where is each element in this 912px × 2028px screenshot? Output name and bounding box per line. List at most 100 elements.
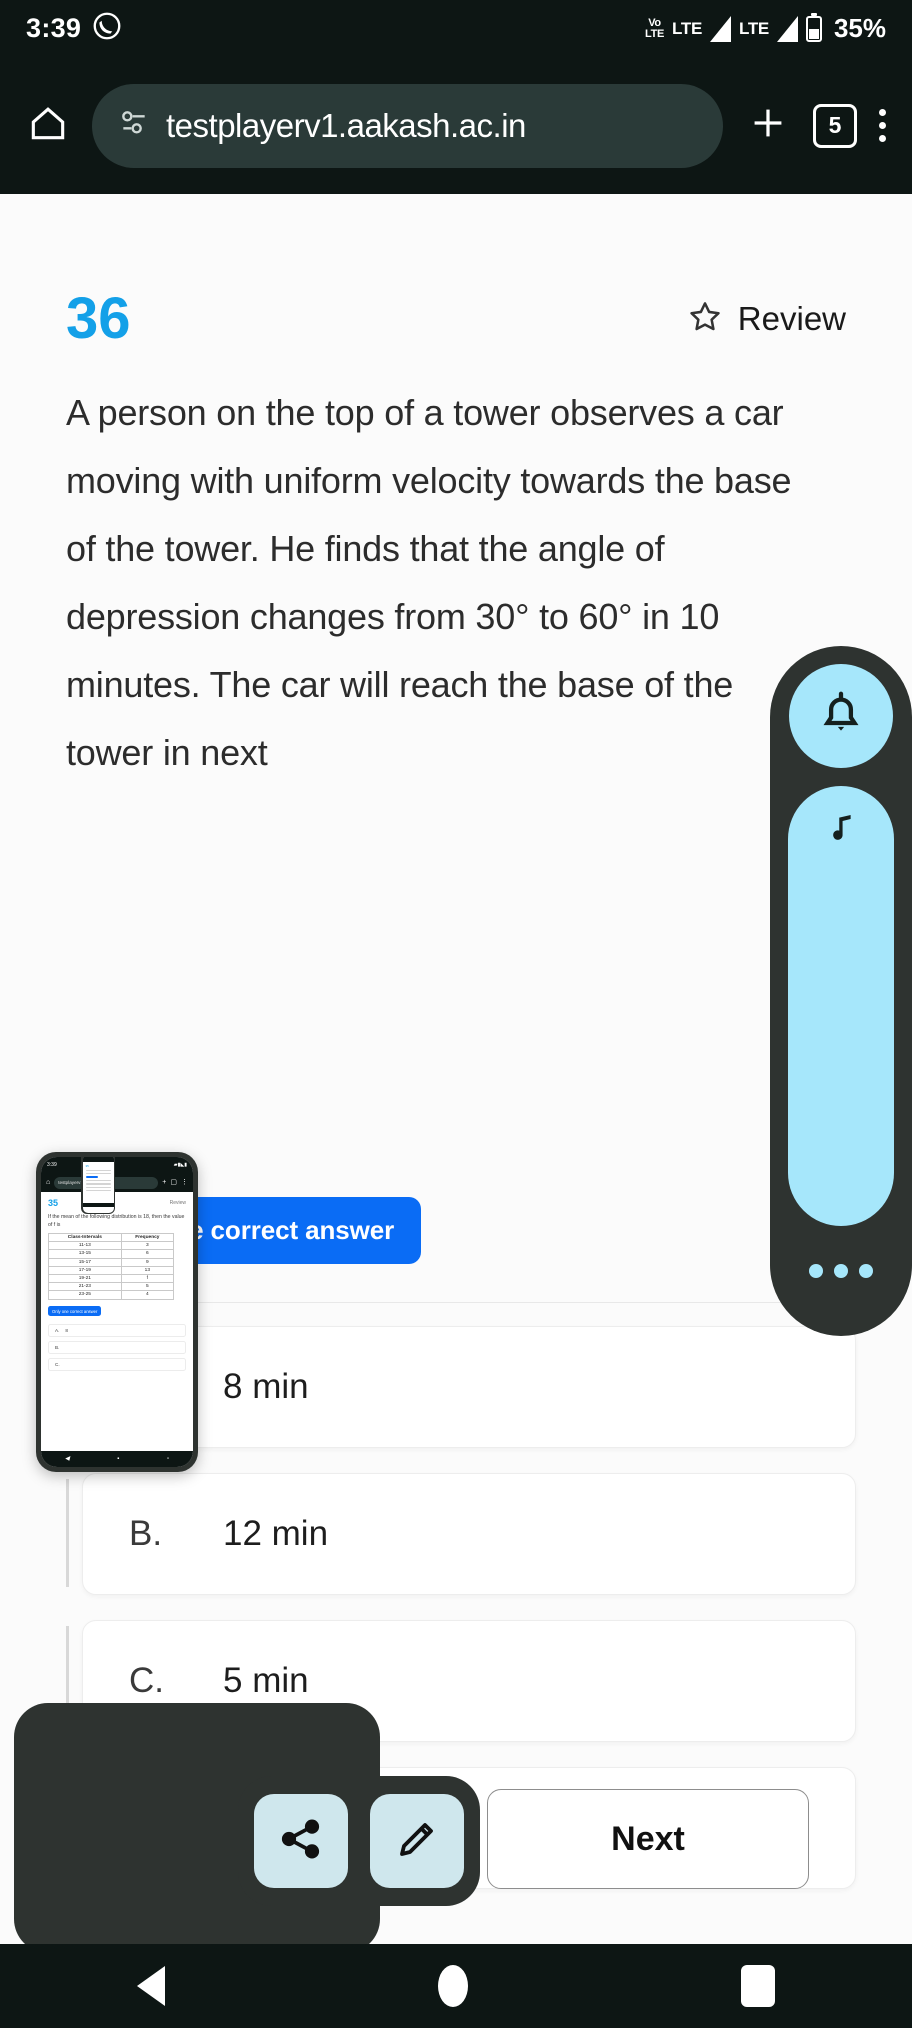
pip-status-icons: ▰▮◣▮ [173,1162,187,1168]
pip-question-text: If the mean of the following distributio… [48,1214,185,1228]
pip-status-bar: 3:39 ▰▮◣▮ [41,1157,193,1173]
pip-recents-icon: ▫ [166,1456,170,1462]
table-cell: 4 [120,1290,175,1300]
table-cell: 6 [120,1249,175,1259]
volume-panel[interactable] [770,646,912,1336]
table-cell: 17-19 [48,1265,122,1275]
nested-text-line [85,1186,111,1188]
option-letter: C. [129,1661,164,1700]
screenshot-thumbnail-shell: 3:39 ▰▮◣▮ ⌂ testplayerv1.aakash.ac.in + … [14,1152,380,1480]
address-bar[interactable]: testplayerv1.aakash.ac.in [92,83,723,168]
table-row: 23-25 4 [48,1290,175,1300]
pip-question-header: 35 Review [48,1198,186,1208]
pip-option-c: C. [48,1357,186,1371]
pip-option-text: 8 [65,1327,68,1333]
home-icon[interactable] [26,101,70,150]
edit-button[interactable] [370,1794,464,1888]
pip-option-letter: B. [55,1344,60,1350]
pip-tab-counter: ▢ [170,1179,177,1186]
pip-status-time: 3:39 [47,1162,57,1168]
pip-option-letter: C. [55,1361,60,1367]
pip-option-a: A. 8 [48,1323,186,1337]
question-header: 36 Review [66,290,846,348]
phone-circle-icon [93,12,121,45]
table-cell: f [120,1273,175,1284]
nested-text-line [85,1183,111,1185]
table-cell: 21-23 [48,1282,122,1292]
pip-answer-type-badge: Only one correct answer [48,1306,102,1316]
home-circle-icon[interactable] [437,1965,468,2007]
nested-browser-bar [82,1157,114,1162]
table-row: 15-17 9 [48,1257,175,1267]
bell-icon [814,687,868,746]
nested-screenshot-thumbnail: 35 [81,1157,115,1214]
review-button[interactable]: Review [686,298,846,341]
table-row: 19-21 f [48,1273,175,1284]
next-button[interactable]: Next [487,1789,809,1889]
pip-plus-icon: + [162,1179,167,1186]
pip-review-label: Review [169,1200,186,1206]
nested-text-line [85,1169,111,1171]
status-bar-left: 3:39 [26,12,121,45]
option-indicator-bar [66,1479,69,1587]
review-label: Review [737,300,846,337]
network-label-1: LTE [672,18,702,38]
volte-icon: Vo LTE [644,16,665,40]
table-row: 17-19 13 [48,1265,175,1275]
screenshot-action-bar [238,1776,480,1906]
permissions-icon[interactable] [118,107,150,144]
pip-option-b: B. [48,1340,186,1354]
nested-nav-bar [82,1203,114,1208]
pip-page-body: 35 Review If the mean of the following d… [41,1192,193,1371]
table-cell: 23-25 [48,1290,122,1300]
table-row: 21-23 5 [48,1282,175,1292]
screenshot-thumbnail-content: 3:39 ▰▮◣▮ ⌂ testplayerv1.aakash.ac.in + … [41,1157,193,1467]
plus-icon[interactable] [745,100,791,151]
battery-icon [805,12,822,42]
pip-option-letter: A. [55,1327,60,1333]
nested-question-number: 35 [85,1163,89,1168]
pip-home-icon: ⌂ [46,1179,51,1186]
music-note-icon [820,808,862,1226]
table-row: 11-13 3 [48,1241,175,1251]
phone-screen: 3:39 Vo LTE LTE LTE 35% testplayerv1.aak… [0,0,912,2028]
pip-kebab-menu-icon: ⋮ [181,1179,188,1186]
table-cell: 5 [120,1282,175,1292]
browser-toolbar: testplayerv1.aakash.ac.in 5 [0,57,912,194]
ring-volume-button[interactable] [789,664,893,768]
star-outline-icon [686,298,724,341]
nested-text-line [85,1180,111,1182]
option-b[interactable]: B. 12 min [82,1473,856,1595]
screenshot-thumbnail[interactable]: 3:39 ▰▮◣▮ ⌂ testplayerv1.aakash.ac.in + … [36,1152,198,1472]
media-volume-slider[interactable] [788,786,894,1226]
table-cell: 19-21 [48,1273,122,1284]
status-bar: 3:39 Vo LTE LTE LTE 35% [0,0,912,57]
pip-browser-toolbar: ⌂ testplayerv1.aakash.ac.in + ▢ ⋮ [41,1173,193,1192]
pip-nav-bar: ◀ ▪ ▫ [41,1451,193,1467]
table-header-row: Class-Intervals Frequency [48,1232,175,1243]
table-cell: 13 [120,1265,175,1275]
share-button[interactable] [254,1794,348,1888]
table-cell: 3 [120,1241,175,1251]
option-wrapper-b: B. 12 min [66,1473,856,1595]
pip-question-number: 35 [48,1198,59,1208]
pip-options-list: A. 8 B. C. [48,1323,186,1371]
table-row: 13-15 6 [48,1249,175,1259]
nested-screenshot-content: 35 [82,1157,114,1213]
nested-text-line [85,1172,111,1175]
option-text: 12 min [223,1514,329,1553]
table-header-cell: Class-Intervals [48,1232,122,1243]
table-cell: 11-13 [48,1241,122,1251]
battery-percent: 35% [833,13,886,43]
tab-counter[interactable]: 5 [813,103,857,148]
recents-square-icon[interactable] [741,1965,776,2007]
kebab-menu-icon[interactable] [879,109,886,142]
status-time: 3:39 [26,13,82,43]
more-horizontal-icon[interactable] [809,1264,873,1278]
pip-frequency-table: Class-Intervals Frequency 11-13 3 13-15 … [48,1232,175,1300]
signal-bars-icon-2 [776,15,798,42]
signal-bars-icon-1 [710,15,731,42]
back-triangle-icon[interactable] [136,1966,165,2006]
table-cell: 9 [120,1257,175,1267]
option-letter: B. [129,1514,163,1553]
